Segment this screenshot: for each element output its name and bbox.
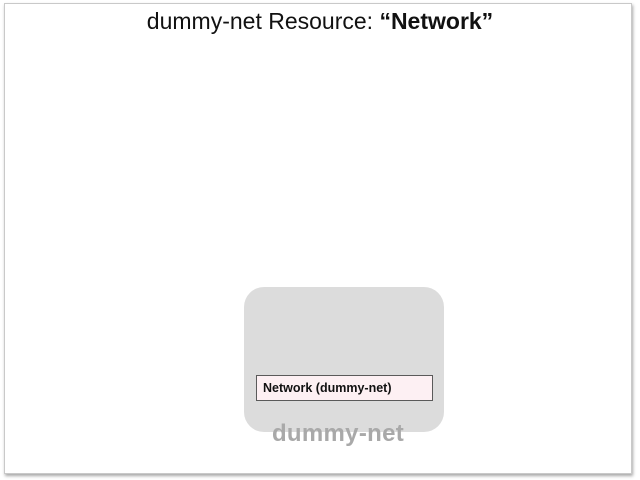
- network-resource-box: Network (dummy-net): [256, 375, 433, 401]
- slide-title-prefix: dummy-net Resource:: [146, 8, 380, 34]
- slide-title: dummy-net Resource: “Network”: [0, 8, 640, 35]
- dummy-net-container: [244, 287, 444, 432]
- slide-title-emphasis: “Network”: [379, 8, 494, 34]
- dummy-net-container-label: dummy-net: [271, 420, 405, 447]
